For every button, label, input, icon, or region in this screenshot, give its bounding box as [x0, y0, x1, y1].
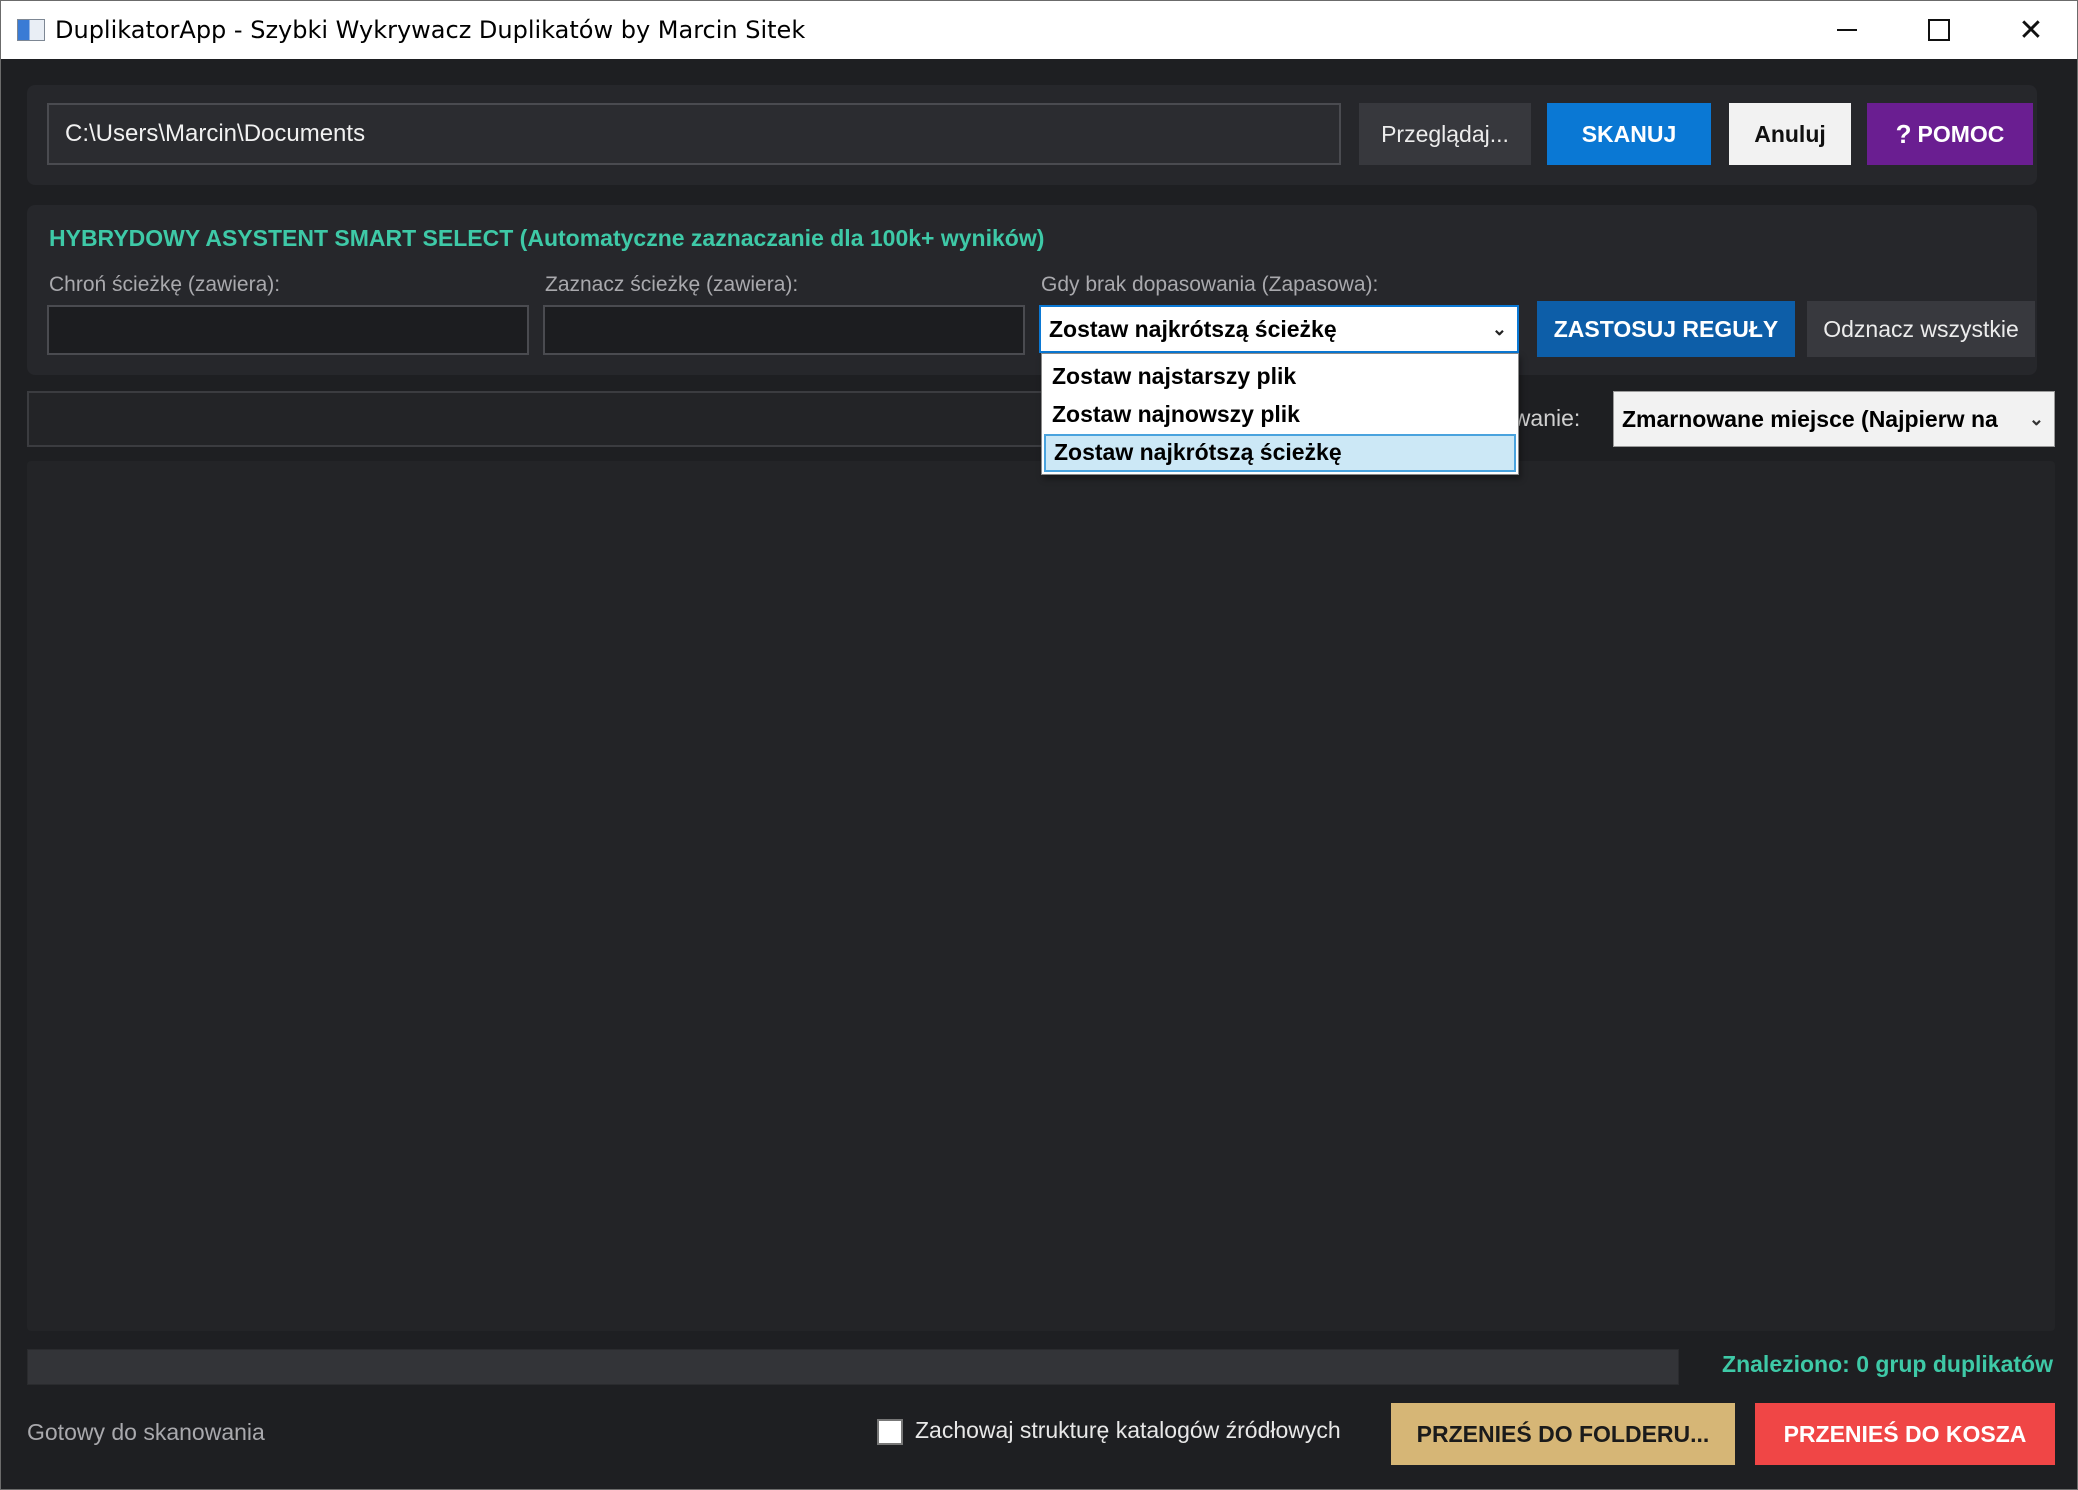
- app-icon: [17, 19, 45, 41]
- filter-input[interactable]: [27, 391, 1057, 447]
- dropdown-option[interactable]: Zostaw najnowszy plik: [1044, 396, 1516, 434]
- chevron-down-icon: ⌄: [1491, 319, 1507, 339]
- browse-button[interactable]: Przeglądaj...: [1359, 103, 1531, 165]
- title-bar[interactable]: DuplikatorApp - Szybki Wykrywacz Duplika…: [1, 1, 2077, 59]
- mark-path-label: Zaznacz ścieżkę (zawiera):: [545, 273, 799, 296]
- keep-structure-checkbox[interactable]: [877, 1419, 903, 1445]
- chevron-down-icon: ⌄: [2020, 392, 2044, 446]
- minimize-button[interactable]: [1801, 1, 1893, 59]
- protect-path-label: Chroń ścieżkę (zawiera):: [49, 273, 281, 296]
- maximize-icon: [1928, 19, 1950, 41]
- sort-selected-value: Zmarnowane miejsce (Najpierw na: [1622, 406, 1998, 432]
- move-to-trash-button[interactable]: PRZENIEŚ DO KOSZA: [1755, 1403, 2055, 1465]
- help-icon: ?: [1895, 118, 1912, 149]
- window-title: DuplikatorApp - Szybki Wykrywacz Duplika…: [55, 16, 806, 44]
- status-text: Gotowy do skanowania: [27, 1419, 265, 1445]
- fallback-selected-value: Zostaw najkrótszą ścieżkę: [1049, 316, 1337, 342]
- app-window: DuplikatorApp - Szybki Wykrywacz Duplika…: [0, 0, 2078, 1490]
- keep-structure-label[interactable]: Zachowaj strukturę katalogów źródłowych: [915, 1417, 1341, 1444]
- maximize-button[interactable]: [1893, 1, 1985, 59]
- path-input[interactable]: C:\Users\Marcin\Documents: [47, 103, 1341, 165]
- help-button[interactable]: ? POMOC: [1867, 103, 2033, 165]
- apply-rules-button[interactable]: ZASTOSUJ REGUŁY: [1537, 301, 1795, 357]
- results-list[interactable]: [27, 461, 2055, 1331]
- sort-select[interactable]: Zmarnowane miejsce (Najpierw na ⌄: [1613, 391, 2055, 447]
- protect-path-input[interactable]: [47, 305, 529, 355]
- fallback-select[interactable]: Zostaw najkrótszą ścieżkę ⌄: [1039, 305, 1519, 353]
- scan-button[interactable]: SKANUJ: [1547, 103, 1711, 165]
- cancel-button[interactable]: Anuluj: [1729, 103, 1851, 165]
- fallback-dropdown-list[interactable]: Zostaw najstarszy plik Zostaw najnowszy …: [1041, 353, 1519, 475]
- fallback-label: Gdy brak dopasowania (Zapasowa):: [1041, 273, 1379, 296]
- minimize-icon: [1837, 29, 1857, 31]
- dropdown-option[interactable]: Zostaw najstarszy plik: [1044, 358, 1516, 396]
- mark-path-input[interactable]: [543, 305, 1025, 355]
- dropdown-option-selected[interactable]: Zostaw najkrótszą ścieżkę: [1044, 434, 1516, 472]
- help-button-label: POMOC: [1917, 120, 2005, 147]
- smart-select-title: HYBRYDOWY ASYSTENT SMART SELECT (Automat…: [49, 225, 1045, 251]
- close-button[interactable]: ✕: [1985, 1, 2077, 59]
- found-count-text: Znaleziono: 0 grup duplikatów: [1722, 1351, 2053, 1377]
- unmark-all-button[interactable]: Odznacz wszystkie: [1807, 301, 2035, 357]
- close-icon: ✕: [2018, 12, 2044, 48]
- progress-bar: [27, 1349, 1679, 1385]
- move-to-folder-button[interactable]: PRZENIEŚ DO FOLDERU...: [1391, 1403, 1735, 1465]
